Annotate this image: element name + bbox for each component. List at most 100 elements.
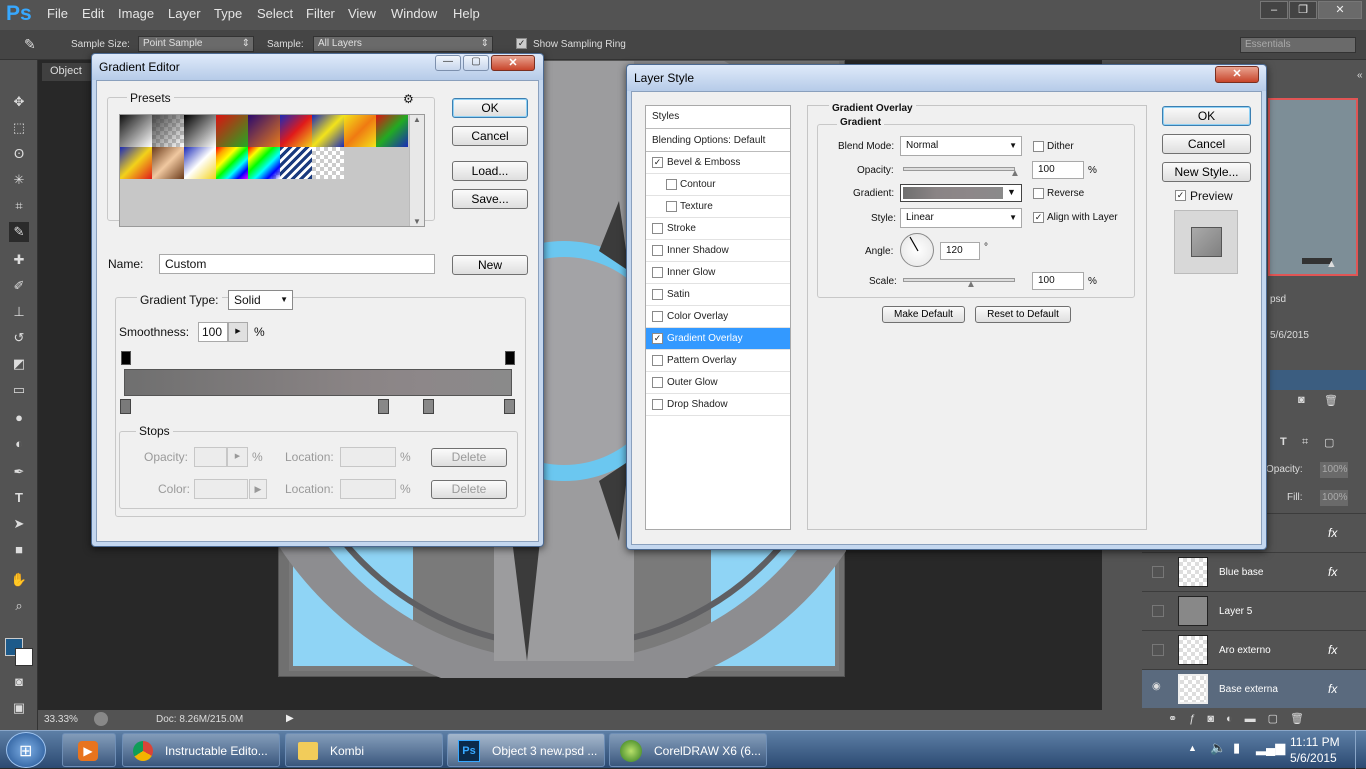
style-item-checkbox[interactable]	[652, 355, 663, 366]
menu-filter[interactable]: Filter	[306, 6, 335, 21]
ok-button[interactable]: OK	[1162, 106, 1251, 126]
opacity-stop-right[interactable]	[505, 351, 515, 365]
ok-button[interactable]: OK	[452, 98, 528, 118]
angle-dial[interactable]	[900, 233, 934, 267]
preset-swatch[interactable]	[312, 147, 344, 179]
transform-filter-icon[interactable]: ⌗	[1302, 436, 1308, 449]
visibility-toggle[interactable]	[1152, 605, 1164, 617]
marquee-tool-icon[interactable]: ⬚	[9, 118, 29, 138]
gradient-type-dropdown[interactable]: Solid ▼	[228, 290, 293, 310]
stop-color-location-input[interactable]	[340, 479, 396, 499]
layer-opacity-field[interactable]: 100%	[1320, 462, 1348, 478]
style-item-gradient-overlay[interactable]: ✓ Gradient Overlay	[646, 328, 790, 350]
styles-header[interactable]: Styles	[646, 106, 790, 129]
name-input[interactable]: Custom	[159, 254, 435, 274]
layer-row[interactable]: Layer 5	[1142, 591, 1366, 630]
preview-checkbox[interactable]: ✓	[1175, 190, 1186, 201]
new-button[interactable]: New	[452, 255, 528, 275]
fx-icon[interactable]: fx	[1328, 682, 1337, 696]
style-item-drop-shadow[interactable]: Drop Shadow	[646, 394, 790, 416]
sample-dropdown[interactable]: All Layers ⇕	[313, 36, 493, 52]
background-color-swatch[interactable]	[15, 648, 33, 666]
layer-row[interactable]: Aro externo fx	[1142, 630, 1366, 669]
status-arrow-icon[interactable]: ▶	[286, 713, 294, 724]
layer-row-selected[interactable]: ◉ Base externa fx	[1142, 669, 1366, 708]
style-item-checkbox[interactable]	[652, 267, 663, 278]
collapse-icon[interactable]: «	[1357, 70, 1363, 81]
crop-tool-icon[interactable]: ⌗	[9, 196, 29, 216]
history-brush-icon[interactable]: ↺	[9, 328, 29, 348]
opacity-slider[interactable]	[903, 167, 1015, 171]
visibility-toggle[interactable]	[1152, 566, 1164, 578]
preset-swatch[interactable]	[312, 115, 344, 147]
style-item-inner-shadow[interactable]: Inner Shadow	[646, 240, 790, 262]
align-with-layer-checkbox[interactable]: ✓	[1033, 212, 1044, 223]
type-tool-icon[interactable]: T	[9, 488, 29, 508]
style-item-checkbox[interactable]	[652, 377, 663, 388]
smoothness-arrow-icon[interactable]: ▶	[228, 322, 248, 342]
style-item-checkbox[interactable]	[652, 399, 663, 410]
reset-default-button[interactable]: Reset to Default	[975, 306, 1071, 323]
opacity-input[interactable]: 100	[1032, 161, 1084, 179]
fx-icon[interactable]: fx	[1328, 565, 1337, 579]
blur-tool-icon[interactable]: ●	[9, 408, 29, 428]
shape-tool-icon[interactable]: ■	[9, 540, 29, 560]
color-stop[interactable]	[378, 399, 389, 414]
task-explorer[interactable]: Kombi	[285, 733, 443, 767]
pen-tool-icon[interactable]: ✒	[9, 462, 29, 482]
stamp-tool-icon[interactable]: ⊥	[9, 302, 29, 322]
color-stop[interactable]	[423, 399, 434, 414]
style-item-inner-glow[interactable]: Inner Glow	[646, 262, 790, 284]
dither-checkbox[interactable]	[1033, 141, 1044, 152]
media-player-pin[interactable]: ▶	[62, 733, 116, 767]
fx-icon[interactable]: fx	[1328, 643, 1337, 657]
load-button[interactable]: Load...	[452, 161, 528, 181]
layer-fill-field[interactable]: 100%	[1320, 490, 1348, 506]
gradient-preview-bar[interactable]	[124, 369, 512, 396]
delete-color-stop-button[interactable]: Delete	[431, 480, 507, 499]
zoom-tool-icon[interactable]: ⌕	[9, 596, 29, 616]
style-item-checkbox[interactable]	[652, 311, 663, 322]
color-stop[interactable]	[120, 399, 131, 414]
sample-size-dropdown[interactable]: Point Sample ⇕	[138, 36, 254, 52]
magic-wand-icon[interactable]: ✳	[9, 170, 29, 190]
preset-swatch[interactable]	[184, 115, 216, 147]
eye-icon[interactable]: ◉	[1152, 681, 1161, 692]
scale-slider[interactable]	[903, 278, 1015, 282]
eyedropper-tool-icon[interactable]: ✎	[9, 222, 29, 242]
preset-swatch[interactable]	[376, 115, 408, 147]
path-select-icon[interactable]: ➤	[9, 514, 29, 534]
preset-swatch[interactable]	[120, 147, 152, 179]
preset-swatch[interactable]	[152, 147, 184, 179]
menu-help[interactable]: Help	[453, 6, 480, 21]
preset-swatch[interactable]	[216, 115, 248, 147]
menu-window[interactable]: Window	[391, 6, 437, 21]
delete-opacity-stop-button[interactable]: Delete	[431, 448, 507, 467]
show-hidden-icons[interactable]: ▲	[1188, 743, 1197, 753]
style-item-bevel-emboss[interactable]: ✓ Bevel & Emboss	[646, 152, 790, 174]
show-ring-checkbox[interactable]: ✓	[516, 38, 527, 49]
close-icon[interactable]: ✕	[1318, 1, 1362, 19]
workspace-dropdown[interactable]: Essentials	[1240, 37, 1356, 53]
preset-swatch[interactable]	[216, 147, 248, 179]
battery-icon[interactable]: ▮	[1233, 740, 1240, 756]
blend-mode-dropdown[interactable]: Normal ▼	[900, 136, 1022, 156]
eyedropper-icon[interactable]: ✎	[24, 36, 36, 53]
style-item-texture[interactable]: Texture	[646, 196, 790, 218]
task-photoshop[interactable]: Ps Object 3 new.psd ...	[447, 733, 605, 767]
preset-swatch[interactable]	[248, 147, 280, 179]
type-filter-icon[interactable]: T	[1280, 436, 1287, 448]
trash-icon[interactable]: 🗑	[1324, 394, 1338, 407]
gradient-picker[interactable]: ▼	[900, 184, 1022, 202]
menu-select[interactable]: Select	[257, 6, 293, 21]
reverse-checkbox[interactable]	[1033, 188, 1044, 199]
style-dropdown[interactable]: Linear ▼	[900, 208, 1022, 228]
style-item-checkbox[interactable]: ✓	[652, 157, 663, 168]
presets-scrollbar[interactable]: ▲ ▼	[409, 115, 424, 226]
preset-swatch[interactable]	[248, 115, 280, 147]
stop-color-swatch[interactable]	[194, 479, 248, 499]
angle-input[interactable]: 120	[940, 242, 980, 260]
style-item-checkbox[interactable]: ✓	[652, 333, 663, 344]
style-item-satin[interactable]: Satin	[646, 284, 790, 306]
style-item-stroke[interactable]: Stroke	[646, 218, 790, 240]
